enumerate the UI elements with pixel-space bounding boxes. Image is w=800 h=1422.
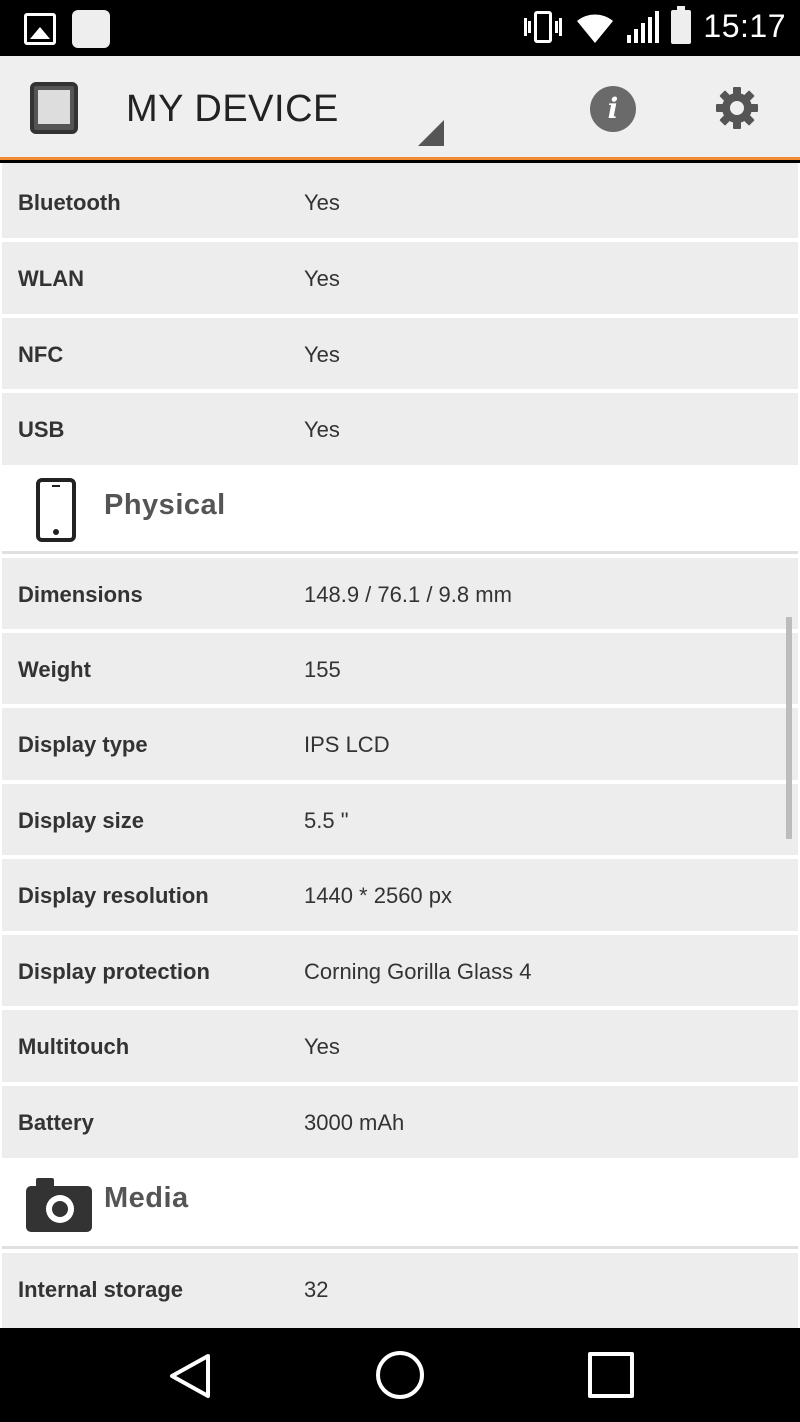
row-label: WLAN	[18, 266, 84, 291]
list-item: Multitouch Yes	[2, 1010, 798, 1082]
row-label: Multitouch	[18, 1034, 130, 1059]
list-item: WLAN Yes	[2, 242, 798, 314]
list-item: Display protection Corning Gorilla Glass…	[2, 935, 798, 1006]
row-value: Yes	[304, 190, 340, 215]
vibrate-icon	[523, 9, 563, 45]
row-label: Battery	[18, 1110, 94, 1135]
app-bar: MY DEVICE i	[0, 56, 800, 160]
row-value: Yes	[304, 266, 340, 291]
status-bar: 15:17	[0, 0, 800, 56]
row-label: Weight	[18, 657, 91, 682]
row-value: 32	[304, 1277, 329, 1302]
section-title: Media	[104, 1182, 189, 1214]
row-value: Yes	[304, 342, 340, 367]
list-item: NFC Yes	[2, 318, 798, 389]
row-value: Yes	[304, 417, 340, 442]
list-item: Battery 3000 mAh	[2, 1086, 798, 1158]
list-item: Display type IPS LCD	[2, 708, 798, 780]
row-label: NFC	[18, 342, 64, 367]
image-icon	[24, 13, 56, 45]
dropdown-triangle-icon[interactable]	[418, 120, 444, 146]
row-label: Internal storage	[18, 1277, 184, 1302]
list-item: Internal storage 32	[2, 1253, 798, 1328]
list-item: Bluetooth Yes	[2, 163, 798, 238]
row-value: 5.5 "	[304, 808, 349, 833]
row-label: USB	[18, 417, 65, 442]
section-header-physical: Physical	[2, 465, 798, 551]
row-value: 148.9 / 76.1 / 9.8 mm	[304, 582, 512, 607]
tablet-icon[interactable]	[30, 82, 78, 134]
wifi-icon	[575, 9, 615, 45]
row-value: 3000 mAh	[304, 1110, 405, 1135]
row-value: Corning Gorilla Glass 4	[304, 959, 532, 984]
divider	[2, 551, 798, 554]
scrollbar[interactable]	[786, 617, 792, 839]
battery-icon	[671, 5, 692, 44]
row-value: Yes	[304, 1034, 340, 1059]
row-label: Display type	[18, 732, 148, 757]
gear-icon[interactable]	[715, 86, 759, 130]
app-title[interactable]: MY DEVICE	[126, 88, 339, 131]
section-header-media: Media	[2, 1158, 798, 1246]
row-value: 1440 * 2560 px	[304, 883, 453, 908]
row-label: Display resolution	[18, 883, 209, 908]
row-label: Display protection	[18, 959, 210, 984]
row-value: 155	[304, 657, 341, 682]
list-item: Display size 5.5 "	[2, 784, 798, 855]
list-item: Weight 155	[2, 633, 798, 704]
row-value: IPS LCD	[304, 732, 390, 757]
signal-icon	[627, 10, 660, 43]
row-label: Display size	[18, 808, 144, 833]
status-time: 15:17	[703, 8, 786, 44]
list-item: Display resolution 1440 * 2560 px	[2, 859, 798, 931]
navigation-bar	[0, 1328, 800, 1422]
divider	[2, 1246, 798, 1249]
info-icon[interactable]: i	[590, 86, 636, 132]
device-spec-list[interactable]: Bluetooth Yes WLAN Yes NFC Yes USB Yes P…	[0, 163, 800, 1328]
home-icon[interactable]	[376, 1351, 424, 1399]
list-item: USB Yes	[2, 393, 798, 465]
recent-apps-icon[interactable]	[588, 1352, 634, 1398]
back-icon[interactable]	[168, 1352, 212, 1400]
row-label: Dimensions	[18, 582, 143, 607]
section-title: Physical	[104, 489, 226, 521]
camera-icon	[26, 1178, 92, 1232]
list-item: Dimensions 148.9 / 76.1 / 9.8 mm	[2, 558, 798, 629]
notification-square-icon	[72, 10, 110, 48]
phone-icon	[36, 478, 76, 542]
row-label: Bluetooth	[18, 190, 121, 215]
